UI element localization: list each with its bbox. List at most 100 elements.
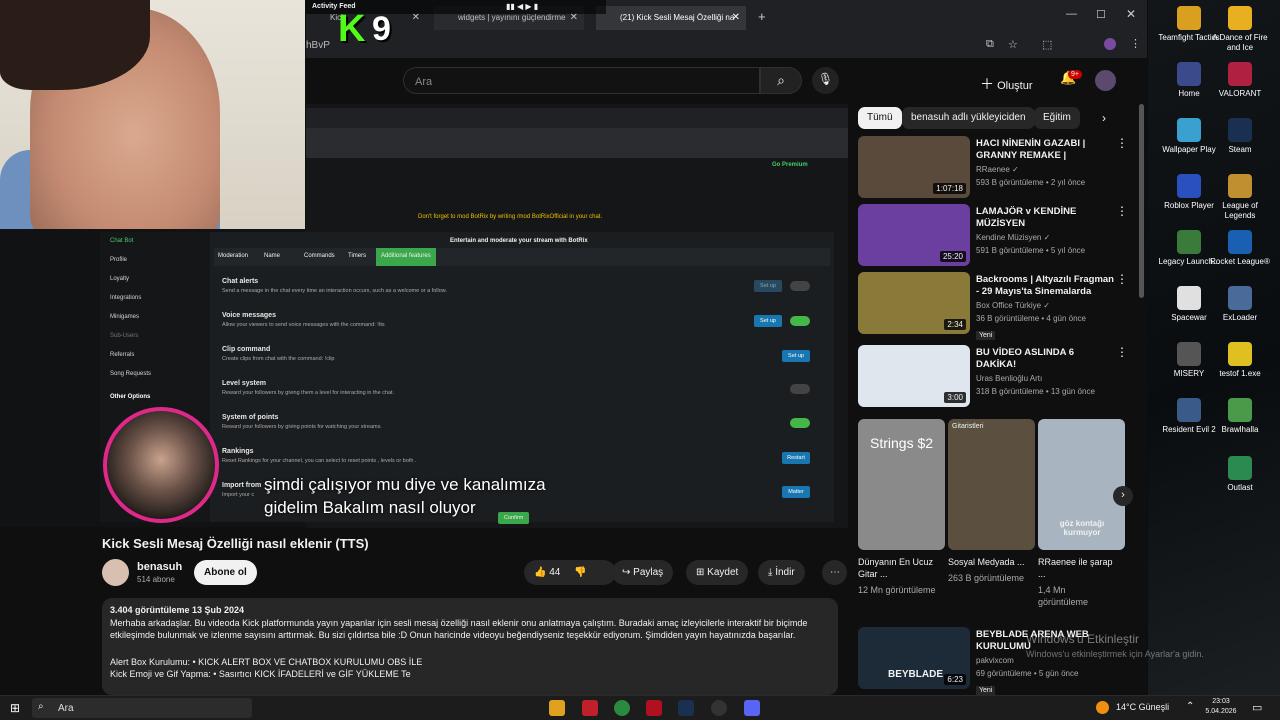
tab-commands[interactable]: Commands [304,253,335,259]
description-link-line[interactable]: Alert Box Kurulumu: • KICK ALERT BOX VE … [110,656,830,669]
obs-icon[interactable] [711,700,727,716]
desktop-shortcut[interactable]: Rocket League® [1208,230,1272,267]
go-premium-link[interactable]: Go Premium [772,162,808,168]
minimize-icon[interactable]: — [1066,8,1077,20]
recommended-video[interactable]: 1:07:18 HACI NİNENİN GAZABI | GRANNY REMA… [858,136,1138,198]
chip-all[interactable]: Tümü [858,107,902,129]
desktop-shortcut[interactable]: Outlast [1208,456,1272,493]
description-link-line[interactable]: Kick Emoji ve Gif Yapma: • Sasırtıcı KIC… [110,668,830,681]
share-button[interactable]: ↪ Paylaş [612,560,674,585]
description-box[interactable]: 3.404 görüntüleme 13 Şub 2024 Merhaba ar… [102,598,838,695]
desktop-shortcut[interactable]: Steam [1208,118,1272,155]
menu-icon[interactable]: ⋮ [1130,37,1141,50]
clock[interactable]: 23:03 5.04.2026 [1198,697,1244,717]
search-input[interactable]: Ara [403,67,760,94]
toggle[interactable] [790,316,810,326]
like-icon[interactable]: 👍 [534,567,546,578]
short-thumbnail[interactable]: Strings $2 [858,419,945,550]
video-title[interactable]: BU VİDEO ASLINDA 6 DAKİKA! [976,347,1116,371]
setup-button[interactable]: Set up [754,315,782,327]
channel-avatar[interactable] [102,559,129,586]
video-thumbnail[interactable]: 2:34 [858,272,970,334]
toggle[interactable] [790,418,810,428]
subscribe-button[interactable]: Abone ol [194,560,257,585]
sidebar-item-chatbot[interactable]: Chat Bot [110,238,133,244]
tab-youtube[interactable]: (21) Kick Sesli Mesaj Özelliği na ✕ [596,6,746,30]
video-thumbnail[interactable]: 25:20 [858,204,970,266]
short-thumbnail[interactable]: göz kontağı kurmuyor [1038,419,1125,550]
more-icon[interactable]: ⋮ [1116,204,1128,218]
more-icon[interactable]: ⋮ [1116,345,1128,359]
app-icon[interactable] [582,700,598,716]
close-window-icon[interactable]: ✕ [1126,7,1136,21]
channel-name[interactable]: benasuh [137,561,182,573]
restart-button[interactable]: Restart [782,452,810,464]
recommended-video[interactable]: 2:34 Backrooms | Altyazılı Fragman - 29 M… [858,272,1138,340]
video-title[interactable]: LAMAJÖR v KENDİNE MÜZİSYEN [976,206,1116,230]
more-icon[interactable]: ⋮ [1116,136,1128,150]
short-title[interactable]: Dünyanın En Ucuz Gitar ... [858,556,938,580]
more-icon[interactable]: ⋮ [1116,272,1128,286]
app-icon[interactable] [646,700,662,716]
new-tab-icon[interactable]: + [758,9,766,24]
sidebar-item-song-requests[interactable]: Song Requests [110,371,151,377]
weather-text[interactable]: 14°C Güneşli [1116,702,1169,712]
video-thumbnail[interactable]: 1:07:18 [858,136,970,198]
toggle[interactable] [790,281,810,291]
tab-name[interactable]: Name [264,253,280,259]
chevron-up-icon[interactable]: ⌃ [1186,701,1194,712]
video-thumbnail[interactable]: 3:00 [858,345,970,407]
desktop-shortcut[interactable]: A Dance of Fire and Ice [1208,6,1272,53]
steam-icon[interactable] [678,700,694,716]
setup-button[interactable]: Set up [754,280,782,292]
file-explorer-icon[interactable] [549,700,565,716]
windows-start-icon[interactable]: ⊞ [10,701,20,715]
toggle[interactable] [790,384,810,394]
create-button[interactable]: ＋ Oluştur [980,69,1033,92]
discord-icon[interactable] [744,700,760,716]
star-icon[interactable]: ☆ [1008,38,1018,51]
page-scrollbar[interactable] [1139,104,1144,298]
desktop-shortcut[interactable]: League of Legends [1208,174,1272,221]
account-avatar[interactable] [1095,70,1116,91]
short-title[interactable]: Sosyal Medyada ... [948,556,1028,568]
taskbar-search[interactable]: ⌕ Ara [32,698,252,718]
media-controls-icon[interactable]: ▮▮ ◀ ▶ ▮ [506,2,538,11]
extensions-icon[interactable]: ⬚ [1042,38,1052,51]
setup-button[interactable]: Set up [782,350,810,362]
microphone-icon[interactable]: 🎙 [812,67,839,94]
video-title[interactable]: Backrooms | Altyazılı Fragman - 29 Mayıs… [976,274,1116,298]
download-button[interactable]: ⤓ İndir [758,560,805,585]
sidebar-item-profile[interactable]: Profile [110,257,127,263]
tab-moderation[interactable]: Moderation [218,253,248,259]
maximize-icon[interactable]: ☐ [1096,8,1106,21]
short-title[interactable]: RRaenee ile şarap ... [1038,556,1118,580]
save-button[interactable]: ⊞ Kaydet [686,560,749,585]
sidebar-item-integrations[interactable]: Integrations [110,295,141,301]
tab-additional-features[interactable]: Additional features [376,248,436,266]
search-icon[interactable]: ⌕ [760,67,802,94]
dislike-icon[interactable]: 👎 [574,567,586,578]
notification-center-icon[interactable]: ▭ [1252,701,1262,714]
short-thumbnail[interactable]: Gitaristleri [948,419,1035,550]
more-actions-icon[interactable]: ⋯ [822,560,847,585]
profile-avatar[interactable] [1104,38,1116,50]
close-icon[interactable]: ✕ [732,12,740,23]
chip-education[interactable]: Eğitim [1034,107,1080,129]
chip-uploader[interactable]: benasuh adlı yükleyiciden [902,107,1035,129]
chevron-right-icon[interactable]: › [1102,111,1106,125]
matter-button[interactable]: Matter [782,486,810,498]
address-bar[interactable]: hBvP ⧉ ☆ ⬚ ⋮ [306,34,1147,58]
desktop-shortcut[interactable]: testof 1.exe [1208,342,1272,379]
sidebar-item-referrals[interactable]: Referrals [110,352,134,358]
desktop-shortcut[interactable]: Brawlhalla [1208,398,1272,435]
sidebar-item-loyalty[interactable]: Loyalty [110,276,129,282]
sidebar-item-minigames[interactable]: Minigames [110,314,139,320]
recommended-video[interactable]: 25:20 LAMAJÖR v KENDİNE MÜZİSYEN Kendine M… [858,204,1138,266]
sidebar-item-subusers[interactable]: Sub-Users [110,333,138,339]
chrome-icon[interactable] [614,700,630,716]
video-thumbnail[interactable]: BEYBLADE 6:23 [858,627,970,689]
desktop-shortcut[interactable]: VALORANT [1208,62,1272,99]
recommended-video[interactable]: 3:00 BU VİDEO ASLINDA 6 DAKİKA! Uras Benli… [858,345,1138,407]
desktop-shortcut[interactable]: ExLoader [1208,286,1272,323]
